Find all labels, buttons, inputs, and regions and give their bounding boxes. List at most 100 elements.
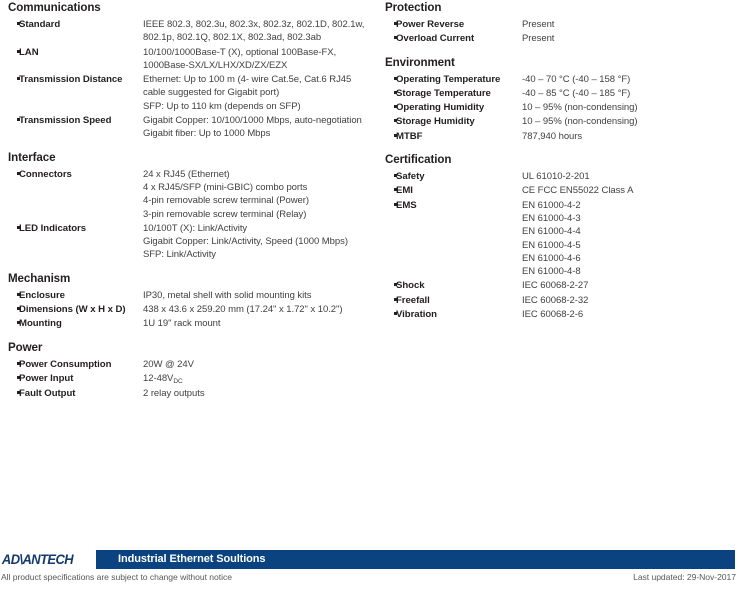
spec-label: Shock [396, 280, 425, 292]
spec-row: Power Input 12-48VDC [8, 371, 380, 386]
bullet-square-icon [8, 113, 20, 122]
bullet-square-icon [8, 288, 20, 296]
bullet-square-icon [385, 114, 397, 123]
spec-row: LED Indicators 10/100T (X): Link/Activity… [8, 221, 380, 262]
bullet-square-icon [8, 17, 20, 25]
datasheet-page: Communications Standard IEEE 802.3, 802.3u… [0, 0, 750, 591]
spec-value-line: EN 61000-4-3 [522, 212, 581, 224]
right-spec-column: Protection Power Reverse Present Overload C… [380, 0, 750, 410]
spec-value: -40 – 70 °C (-40 – 158 °F) [522, 72, 750, 86]
spec-section: Communications Standard IEEE 802.3, 802.3u… [8, 0, 380, 141]
spec-row: Overload Current Present [385, 31, 750, 45]
spec-value: 24 x RJ45 (Ethernet) 4 x RJ45/SFP (mini-G… [143, 167, 380, 221]
spec-section: Protection Power Reverse Present Overload C… [385, 0, 750, 46]
spec-label: Operating Temperature [396, 73, 501, 85]
bullet-square-icon [8, 386, 20, 395]
spec-row: Power Reverse Present [385, 17, 750, 31]
bullet-square-icon [8, 72, 20, 81]
spec-value: 1U 19" rack mount [143, 316, 380, 330]
spec-value: 10/100/1000Base-T (X), optional 100Base-… [143, 45, 380, 73]
section-title: Communications [8, 1, 101, 14]
spec-value-line: UL 61010-2-201 [522, 171, 590, 183]
spec-value-line: Ethernet: Up to 100 m (4- wire Cat.5e, C… [143, 74, 352, 86]
spec-value-line: EN 61000-4-2 [522, 199, 581, 211]
spec-value: IP30, metal shell with solid mounting ki… [143, 288, 380, 302]
spec-row: Enclosure IP30, metal shell with solid mo… [8, 288, 380, 302]
spec-value: 10 – 95% (non-condensing) [522, 100, 750, 114]
spec-value: Present [522, 17, 750, 31]
spec-label: Operating Humidity [396, 102, 485, 114]
spec-value: Present [522, 31, 750, 45]
spec-value-line: SFP: Link/Activity [143, 249, 217, 261]
spec-value-line: 10 – 95% (non-condensing) [522, 116, 638, 128]
spec-value-line: IEC 60068-2-32 [522, 294, 589, 306]
bullet-square-icon [8, 357, 20, 365]
bullet-square-icon [385, 129, 397, 137]
section-title: Interface [8, 150, 56, 164]
spec-value-line: 1000Base-SX/LX/LHX/XD/ZX/EZX [143, 59, 288, 71]
spec-label: Transmission Speed [19, 115, 112, 127]
spec-value-line: 10 – 95% (non-condensing) [522, 102, 638, 114]
spec-row: Shock IEC 60068-2-27 [385, 278, 750, 292]
spec-value-line: 1U 19" rack mount [143, 318, 221, 330]
spec-label: Fault Output [19, 388, 76, 400]
spec-value-line: 10/100/1000Base-T (X), optional 100Base-… [143, 46, 337, 58]
spec-row-group: Safety UL 61010-2-201 EMI CE FCC EN55022 Cl… [385, 169, 750, 321]
section-title: Power [8, 340, 43, 354]
spec-section: Certification Safety UL 61010-2-201 EMI CE F… [385, 152, 750, 321]
bullet-square-icon [385, 307, 397, 316]
bullet-square-icon [385, 198, 397, 206]
spec-label: Overload Current [396, 33, 475, 45]
spec-row: Standard IEEE 802.3, 802.3u, 802.3x, 802.… [8, 17, 380, 45]
bullet-square-icon [8, 302, 20, 311]
spec-value-line: 3-pin removable screw terminal (Relay) [143, 208, 307, 220]
spec-value-line: 802.1p, 802.1Q, 802.1X, 802.3ad, 802.3ab [143, 32, 322, 44]
spec-label: Enclosure [19, 289, 65, 301]
spec-label: Safety [396, 171, 425, 183]
spec-value: IEEE 802.3, 802.3u, 802.3x, 802.3z, 802.… [143, 17, 380, 45]
page-footer: AD\ANTECH Industrial Ethernet Soultions … [0, 548, 750, 591]
spec-value-line: Gigabit Copper: Link/Activity, Speed (10… [143, 236, 348, 248]
section-title: Protection [385, 1, 442, 14]
spec-value: 12-48VDC [143, 371, 380, 386]
spec-row: Storage Humidity 10 – 95% (non-condensing… [385, 114, 750, 128]
spec-label: EMS [396, 199, 417, 211]
spec-value: EN 61000-4-2 EN 61000-4-3 EN 61000-4-4 EN 6… [522, 198, 750, 279]
spec-value-subscript: DC [173, 377, 183, 385]
spec-section: Mechanism Enclosure IP30, metal shell with… [8, 271, 380, 331]
spec-row: Connectors 24 x RJ45 (Ethernet) 4 x RJ45/S… [8, 167, 380, 221]
spec-label: Storage Temperature [396, 87, 491, 99]
spec-value-line: 4-pin removable screw terminal (Power) [143, 195, 309, 207]
spec-value-line: CE FCC EN55022 Class A [522, 185, 634, 197]
spec-value: Gigabit Copper: 10/100/1000 Mbps, auto-n… [143, 113, 380, 141]
spec-row-group: Enclosure IP30, metal shell with solid mo… [8, 288, 380, 331]
spec-label: Dimensions (W x H x D) [19, 304, 126, 316]
bullet-square-icon [385, 278, 397, 287]
spec-value-line: Present [522, 33, 555, 45]
spec-value-line: EN 61000-4-4 [522, 226, 581, 238]
spec-value-line: 20W @ 24V [143, 358, 194, 370]
section-title: Certification [385, 153, 452, 167]
spec-row: LAN 10/100/1000Base-T (X), optional 100Ba… [8, 45, 380, 73]
spec-value-line: 2 relay outputs [143, 388, 205, 400]
spec-value: 20W @ 24V [143, 357, 380, 371]
spec-row: Storage Temperature -40 – 85 °C (-40 – 18… [385, 86, 750, 100]
spec-value-line: Present [522, 19, 555, 30]
bullet-square-icon [385, 17, 397, 25]
spec-value: IEC 60068-2-6 [522, 307, 750, 321]
spec-value-line: 12-48VDC [143, 372, 183, 385]
spec-label: Connectors [19, 168, 72, 180]
footer-last-updated: Last updated: 29-Nov-2017 [633, 572, 736, 582]
spec-value-line: cable suggested for Gigabit port) [143, 87, 280, 99]
spec-value-line: 438 x 43.6 x 259.20 mm (17.24" x 1.72" x… [143, 304, 343, 316]
bullet-square-icon [385, 31, 397, 40]
spec-value-line: 10/100T (X): Link/Activity [143, 222, 248, 234]
spec-value-line: Gigabit fiber: Up to 1000 Mbps [143, 128, 271, 140]
spec-row: Transmission Speed Gigabit Copper: 10/100… [8, 113, 380, 141]
spec-value-line: IEC 60068-2-6 [522, 309, 584, 321]
spec-row-group: Power Reverse Present Overload Current Pres… [385, 17, 750, 46]
spec-value: UL 61010-2-201 [522, 169, 750, 183]
spec-value: 10/100T (X): Link/Activity Gigabit Copper… [143, 221, 380, 262]
spec-value-line: EN 61000-4-8 [522, 266, 581, 278]
spec-row: Fault Output 2 relay outputs [8, 386, 380, 400]
